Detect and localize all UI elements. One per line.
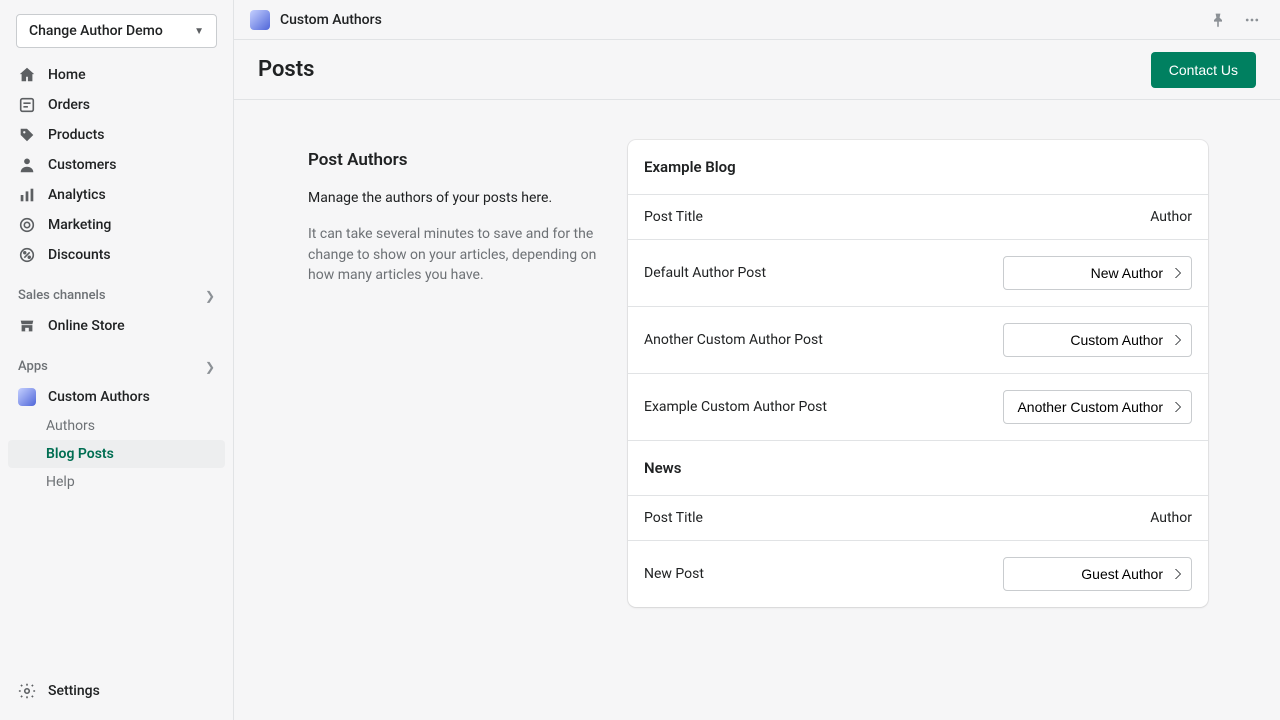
nav-online-store[interactable]: Online Store [8, 311, 225, 341]
nav-settings[interactable]: Settings [8, 676, 225, 706]
nav-analytics[interactable]: Analytics [8, 180, 225, 210]
more-icon[interactable] [1240, 8, 1264, 32]
author-select-wrap: New AuthorCustom AuthorAnother Custom Au… [1003, 557, 1192, 591]
nav-home[interactable]: Home [8, 60, 225, 90]
sales-channels-header[interactable]: Sales channels ❯ [8, 280, 225, 307]
author-select[interactable]: New AuthorCustom AuthorAnother Custom Au… [1003, 390, 1192, 424]
subnav-label: Blog Posts [46, 446, 114, 462]
author-select-wrap: New AuthorCustom AuthorAnother Custom Au… [1003, 256, 1192, 290]
app-subnav: Authors Blog Posts Help [8, 412, 225, 496]
nav-customers[interactable]: Customers [8, 150, 225, 180]
customers-icon [18, 156, 36, 174]
subnav-label: Help [46, 474, 75, 490]
nav-label: Marketing [48, 217, 111, 233]
app-bar-title: Custom Authors [280, 12, 382, 28]
table-header: Post Title Author [628, 496, 1208, 541]
subnav-help[interactable]: Help [8, 468, 225, 496]
app-icon [18, 388, 36, 406]
page-body: Post Authors Manage the authors of your … [234, 100, 1280, 720]
page-title: Posts [258, 57, 314, 82]
table-row: Default Author Post New AuthorCustom Auth… [628, 240, 1208, 307]
table-row: Another Custom Author Post New AuthorCust… [628, 307, 1208, 374]
nav-label: Custom Authors [48, 389, 150, 405]
products-icon [18, 126, 36, 144]
subnav-authors[interactable]: Authors [8, 412, 225, 440]
author-select[interactable]: New AuthorCustom AuthorAnother Custom Au… [1003, 323, 1192, 357]
apps-header[interactable]: Apps ❯ [8, 351, 225, 378]
col-author: Author [1150, 510, 1192, 526]
nav-label: Analytics [48, 187, 106, 203]
author-select-wrap: New AuthorCustom AuthorAnother Custom Au… [1003, 323, 1192, 357]
post-title: Another Custom Author Post [644, 332, 823, 348]
nav-label: Discounts [48, 247, 111, 263]
section-desc: Manage the authors of your posts here. [308, 188, 608, 208]
nav-label: Orders [48, 97, 90, 113]
pin-icon[interactable] [1206, 8, 1230, 32]
page-header: Posts Contact Us [234, 40, 1280, 100]
section-heading: Post Authors [308, 150, 608, 170]
post-title: Default Author Post [644, 265, 766, 281]
nav-label: Customers [48, 157, 116, 173]
subnav-blog-posts[interactable]: Blog Posts [8, 440, 225, 468]
nav-label: Settings [48, 683, 100, 699]
sales-channels-label: Sales channels [18, 288, 106, 303]
discounts-icon [18, 246, 36, 264]
chevron-right-icon: ❯ [205, 360, 215, 374]
app-bar: Custom Authors [234, 0, 1280, 40]
blog-header: News [628, 441, 1208, 496]
col-post-title: Post Title [644, 209, 703, 225]
table-header: Post Title Author [628, 195, 1208, 240]
sidebar: Change Author Demo ▼ Home Orders Prod [0, 0, 234, 720]
nav-label: Products [48, 127, 105, 143]
home-icon [18, 66, 36, 84]
author-select-wrap: New AuthorCustom AuthorAnother Custom Au… [1003, 390, 1192, 424]
author-select[interactable]: New AuthorCustom AuthorAnother Custom Au… [1003, 557, 1192, 591]
subnav-label: Authors [46, 418, 95, 434]
app-icon [250, 10, 270, 30]
store-switcher[interactable]: Change Author Demo ▼ [16, 14, 217, 48]
sales-channels-list: Online Store [8, 311, 225, 341]
table-row: New Post New AuthorCustom AuthorAnother C… [628, 541, 1208, 607]
chevron-right-icon: ❯ [205, 289, 215, 303]
nav-label: Online Store [48, 318, 125, 334]
nav-app-custom-authors[interactable]: Custom Authors [8, 382, 225, 412]
gear-icon [18, 682, 36, 700]
post-title: New Post [644, 566, 704, 582]
posts-card: Example Blog Post Title Author Default Auth… [628, 140, 1208, 607]
blog-header: Example Blog [628, 140, 1208, 195]
section-text: Post Authors Manage the authors of your … [308, 140, 608, 285]
nav-orders[interactable]: Orders [8, 90, 225, 120]
apps-list: Custom Authors [8, 382, 225, 412]
author-select[interactable]: New AuthorCustom AuthorAnother Custom Au… [1003, 256, 1192, 290]
col-post-title: Post Title [644, 510, 703, 526]
orders-icon [18, 96, 36, 114]
nav-marketing[interactable]: Marketing [8, 210, 225, 240]
store-switcher-label: Change Author Demo [29, 23, 163, 39]
main: Custom Authors Posts Contact Us Post Aut… [234, 0, 1280, 720]
nav-discounts[interactable]: Discounts [8, 240, 225, 270]
marketing-icon [18, 216, 36, 234]
section-note: It can take several minutes to save and … [308, 224, 608, 285]
caret-down-icon: ▼ [194, 26, 204, 37]
apps-label: Apps [18, 359, 48, 374]
col-author: Author [1150, 209, 1192, 225]
analytics-icon [18, 186, 36, 204]
contact-us-button[interactable]: Contact Us [1151, 52, 1256, 88]
nav-products[interactable]: Products [8, 120, 225, 150]
post-title: Example Custom Author Post [644, 399, 827, 415]
online-store-icon [18, 317, 36, 335]
primary-nav: Home Orders Products Customers [8, 60, 225, 270]
table-row: Example Custom Author Post New AuthorCust… [628, 374, 1208, 441]
nav-label: Home [48, 67, 86, 83]
